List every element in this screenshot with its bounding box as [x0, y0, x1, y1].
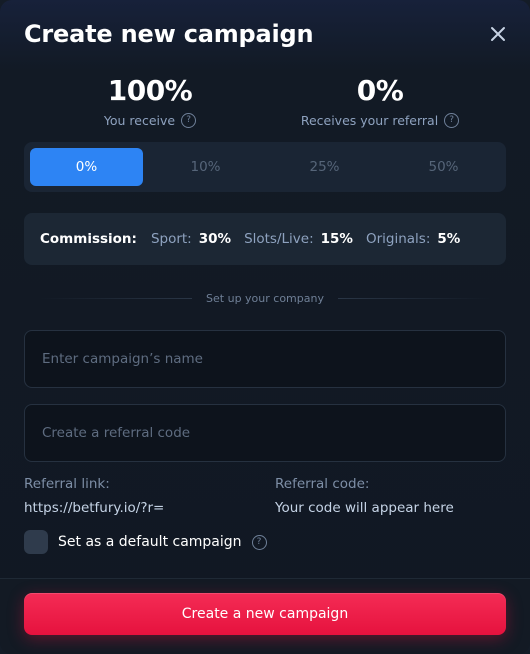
dialog-title: Create new campaign	[24, 20, 314, 48]
commission-sport-label: Sport:	[150, 231, 192, 247]
question-circle-icon[interactable]: ?	[181, 113, 197, 128]
default-campaign-checkbox[interactable]	[24, 530, 48, 554]
share-option-50[interactable]: 50%	[387, 148, 500, 186]
close-icon[interactable]	[488, 24, 508, 44]
referral-code-value: Your code will appear here	[275, 500, 454, 516]
question-circle-icon[interactable]: ?	[444, 113, 460, 128]
you-receive-label: You receive	[103, 113, 176, 128]
referral-receives-label: Receives your referral	[300, 113, 439, 128]
commission-slots-value: 15%	[320, 231, 353, 247]
referral-link-value: https://betfury.io/?r=	[24, 500, 165, 516]
commission-heading: Commission:	[40, 231, 137, 247]
share-option-10[interactable]: 10%	[149, 148, 262, 186]
commission-sport-value: 30%	[198, 231, 232, 247]
you-receive-value: 100%	[107, 74, 193, 107]
referral-receives-value: 0%	[356, 74, 404, 107]
referral-link-block: Referral link: https://betfury.io/?r=	[24, 476, 164, 516]
divider-line-right	[337, 297, 491, 299]
divider-line-left	[40, 297, 193, 299]
create-campaign-dialog: Create new campaign 100% You receive ? 0…	[0, 0, 530, 654]
default-campaign-label: Set as a default campaign	[58, 534, 242, 550]
share-selector: 0% 10% 25% 50%	[24, 142, 506, 192]
question-circle-icon[interactable]: ?	[251, 534, 267, 550]
commission-panel: Commission: Sport: 30% Slots/Live: 15% O…	[24, 213, 506, 265]
create-campaign-button[interactable]: Create a new campaign	[24, 593, 506, 635]
referral-link-label: Referral link:	[24, 476, 110, 492]
referral-code-block: Referral code: Your code will appear her…	[275, 476, 454, 516]
referral-code-input[interactable]	[24, 404, 506, 462]
referral-receives-stat: 0% Receives your referral ?	[300, 74, 460, 128]
commission-originals-value: 5%	[437, 231, 461, 247]
referral-code-label: Referral code:	[275, 476, 370, 492]
commission-slots-label: Slots/Live:	[244, 231, 314, 247]
share-option-25[interactable]: 25%	[268, 148, 381, 186]
setup-divider-text: Set up your company	[206, 291, 324, 305]
commission-originals-label: Originals:	[365, 231, 431, 247]
share-option-0[interactable]: 0%	[30, 148, 143, 186]
setup-divider: Set up your company	[40, 290, 491, 306]
default-campaign-row: Set as a default campaign ?	[24, 530, 267, 554]
campaign-name-input[interactable]	[24, 330, 506, 388]
you-receive-stat: 100% You receive ?	[90, 74, 210, 128]
